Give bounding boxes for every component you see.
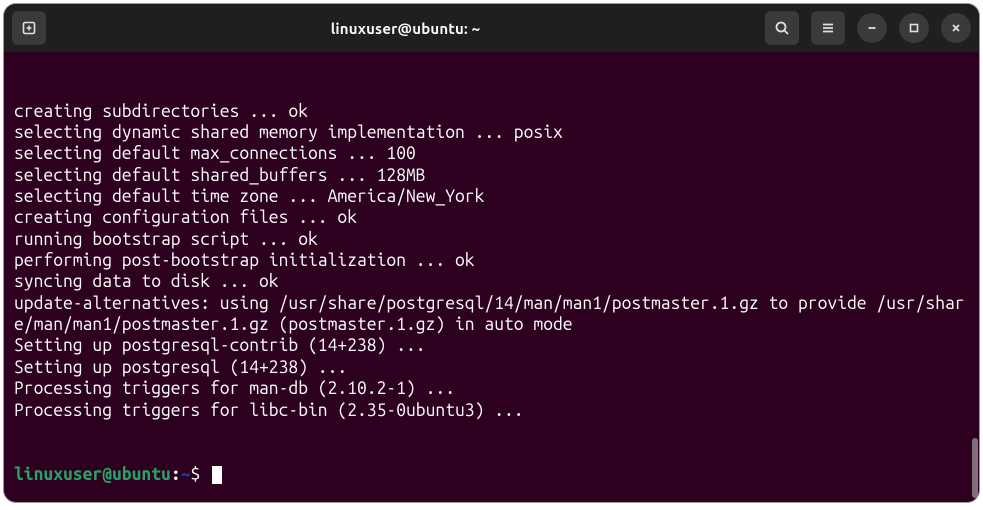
minimize-button[interactable] xyxy=(857,13,887,43)
terminal-output: creating subdirectories ... okselecting … xyxy=(14,101,969,421)
terminal-line: syncing data to disk ... ok xyxy=(14,271,969,292)
new-tab-icon xyxy=(21,20,37,36)
terminal-line: Setting up postgresql (14+238) ... xyxy=(14,357,969,378)
close-icon xyxy=(949,21,963,35)
maximize-button[interactable] xyxy=(899,13,929,43)
new-tab-button[interactable] xyxy=(12,11,46,45)
terminal-line: selecting default max_connections ... 10… xyxy=(14,143,969,164)
terminal-line: running bootstrap script ... ok xyxy=(14,229,969,250)
terminal-line: performing post-bootstrap initialization… xyxy=(14,250,969,271)
search-icon xyxy=(774,20,790,36)
terminal-body[interactable]: creating subdirectories ... okselecting … xyxy=(4,52,979,502)
maximize-icon xyxy=(907,21,921,35)
minimize-icon xyxy=(865,21,879,35)
terminal-line: creating configuration files ... ok xyxy=(14,207,969,228)
terminal-line: Processing triggers for libc-bin (2.35-0… xyxy=(14,400,969,421)
scrollbar-thumb[interactable] xyxy=(972,438,978,498)
terminal-line: Processing triggers for man-db (2.10.2-1… xyxy=(14,378,969,399)
search-button[interactable] xyxy=(765,11,799,45)
menu-button[interactable] xyxy=(811,11,845,45)
titlebar: linuxuser@ubuntu: ~ xyxy=(4,4,979,52)
prompt-path: ~ xyxy=(181,465,191,484)
terminal-line: selecting default shared_buffers ... 128… xyxy=(14,165,969,186)
close-button[interactable] xyxy=(941,13,971,43)
prompt-symbol: $ xyxy=(190,465,200,484)
terminal-line: creating subdirectories ... ok xyxy=(14,101,969,122)
titlebar-right xyxy=(765,11,971,45)
terminal-line: selecting default time zone ... America/… xyxy=(14,186,969,207)
window-title: linuxuser@ubuntu: ~ xyxy=(54,20,757,37)
prompt-separator: : xyxy=(171,465,181,484)
prompt-line: linuxuser@ubuntu:~$ xyxy=(14,464,969,485)
menu-icon xyxy=(820,20,836,36)
terminal-window: linuxuser@ubuntu: ~ xyxy=(4,4,979,502)
terminal-line: Setting up postgresql-contrib (14+238) .… xyxy=(14,335,969,356)
terminal-line: update-alternatives: using /usr/share/po… xyxy=(14,293,969,336)
terminal-line: selecting dynamic shared memory implemen… xyxy=(14,122,969,143)
prompt-user-host: linuxuser@ubuntu xyxy=(14,465,171,484)
cursor xyxy=(212,466,222,484)
